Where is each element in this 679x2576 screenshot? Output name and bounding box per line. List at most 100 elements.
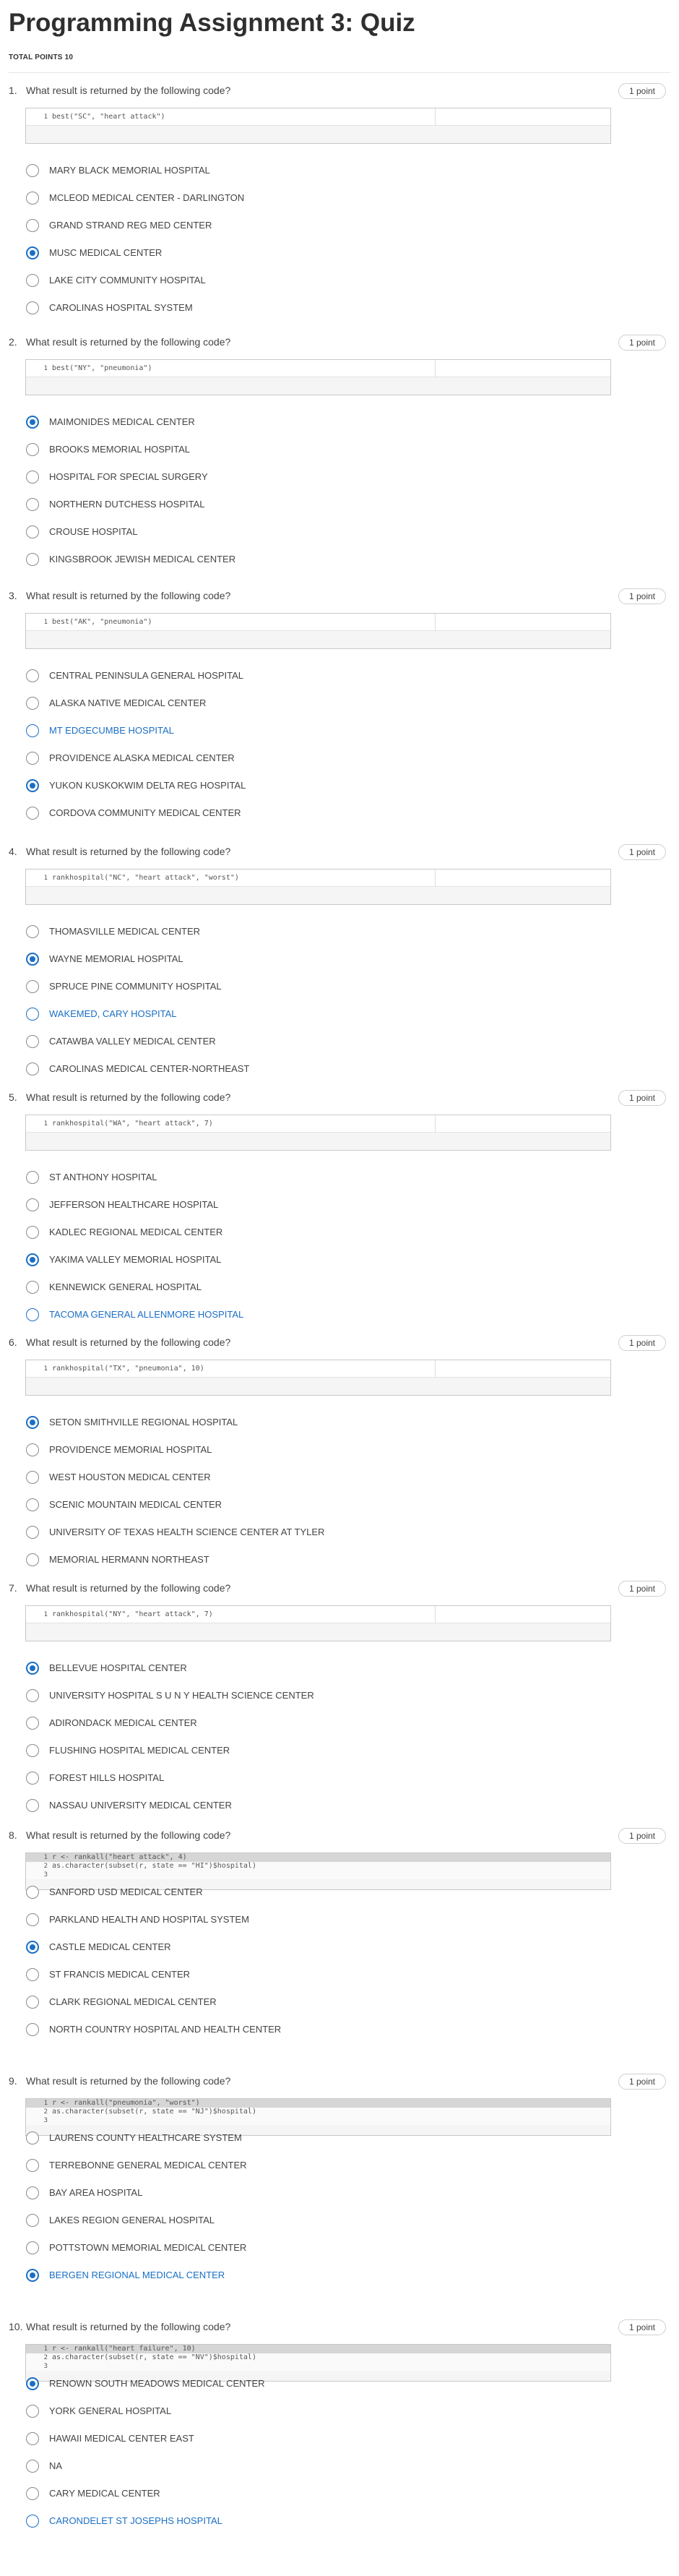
option-label[interactable]: KENNEWICK GENERAL HOSPITAL bbox=[49, 1281, 202, 1292]
radio-button[interactable] bbox=[26, 2487, 39, 2500]
radio-button[interactable] bbox=[26, 274, 39, 287]
answer-option[interactable]: CLARK REGIONAL MEDICAL CENTER bbox=[26, 1996, 459, 2014]
option-label[interactable]: CAROLINAS HOSPITAL SYSTEM bbox=[49, 302, 193, 313]
option-label[interactable]: SANFORD USD MEDICAL CENTER bbox=[49, 1886, 203, 1897]
answer-option[interactable]: GRAND STRAND REG MED CENTER bbox=[26, 219, 459, 238]
answer-option[interactable]: CATAWBA VALLEY MEDICAL CENTER bbox=[26, 1035, 459, 1054]
answer-option[interactable]: UNIVERSITY HOSPITAL S U N Y HEALTH SCIEN… bbox=[26, 1689, 459, 1708]
answer-option[interactable]: HOSPITAL FOR SPECIAL SURGERY bbox=[26, 471, 459, 489]
option-label[interactable]: LAKES REGION GENERAL HOSPITAL bbox=[49, 2215, 215, 2225]
radio-button[interactable] bbox=[26, 1008, 39, 1021]
answer-option[interactable]: YUKON KUSKOKWIM DELTA REG HOSPITAL bbox=[26, 779, 459, 798]
option-label[interactable]: CARONDELET ST JOSEPHS HOSPITAL bbox=[49, 2515, 222, 2526]
radio-button[interactable] bbox=[26, 1799, 39, 1812]
option-label[interactable]: ADIRONDACK MEDICAL CENTER bbox=[49, 1717, 197, 1728]
option-label[interactable]: KADLEC REGIONAL MEDICAL CENTER bbox=[49, 1227, 222, 1237]
option-label[interactable]: YAKIMA VALLEY MEMORIAL HOSPITAL bbox=[49, 1254, 221, 1265]
radio-button[interactable] bbox=[26, 1226, 39, 1239]
option-label[interactable]: WAYNE MEMORIAL HOSPITAL bbox=[49, 953, 183, 964]
radio-button[interactable] bbox=[26, 2432, 39, 2445]
answer-option[interactable]: BAY AREA HOSPITAL bbox=[26, 2186, 459, 2205]
answer-option[interactable]: CAROLINAS MEDICAL CENTER-NORTHEAST bbox=[26, 1062, 459, 1081]
radio-button[interactable] bbox=[26, 2460, 39, 2473]
option-label[interactable]: CROUSE HOSPITAL bbox=[49, 526, 138, 537]
answer-option[interactable]: SPRUCE PINE COMMUNITY HOSPITAL bbox=[26, 980, 459, 999]
radio-button[interactable] bbox=[26, 724, 39, 737]
answer-option[interactable]: KINGSBROOK JEWISH MEDICAL CENTER bbox=[26, 553, 459, 572]
radio-button[interactable] bbox=[26, 925, 39, 938]
option-label[interactable]: PARKLAND HEALTH AND HOSPITAL SYSTEM bbox=[49, 1914, 249, 1925]
option-label[interactable]: BROOKS MEMORIAL HOSPITAL bbox=[49, 444, 190, 455]
option-label[interactable]: LAURENS COUNTY HEALTHCARE SYSTEM bbox=[49, 2132, 242, 2143]
option-label[interactable]: ST FRANCIS MEDICAL CENTER bbox=[49, 1969, 190, 1980]
radio-button[interactable] bbox=[26, 953, 39, 966]
answer-option[interactable]: PROVIDENCE MEMORIAL HOSPITAL bbox=[26, 1443, 459, 1462]
answer-option[interactable]: CROUSE HOSPITAL bbox=[26, 525, 459, 544]
answer-option[interactable]: CASTLE MEDICAL CENTER bbox=[26, 1941, 459, 1959]
radio-button[interactable] bbox=[26, 498, 39, 511]
radio-button[interactable] bbox=[26, 1662, 39, 1675]
answer-option[interactable]: BROOKS MEMORIAL HOSPITAL bbox=[26, 443, 459, 462]
answer-option[interactable]: MAIMONIDES MEDICAL CENTER bbox=[26, 416, 459, 434]
option-label[interactable]: PROVIDENCE MEMORIAL HOSPITAL bbox=[49, 1444, 212, 1455]
option-label[interactable]: MT EDGECUMBE HOSPITAL bbox=[49, 725, 174, 736]
option-label[interactable]: CARY MEDICAL CENTER bbox=[49, 2488, 160, 2499]
answer-option[interactable]: WAYNE MEMORIAL HOSPITAL bbox=[26, 953, 459, 971]
answer-option[interactable]: SETON SMITHVILLE REGIONAL HOSPITAL bbox=[26, 1416, 459, 1435]
option-label[interactable]: UNIVERSITY HOSPITAL S U N Y HEALTH SCIEN… bbox=[49, 1690, 314, 1701]
radio-button[interactable] bbox=[26, 2023, 39, 2036]
radio-button[interactable] bbox=[26, 1416, 39, 1429]
radio-button[interactable] bbox=[26, 697, 39, 710]
radio-button[interactable] bbox=[26, 1886, 39, 1899]
option-label[interactable]: KINGSBROOK JEWISH MEDICAL CENTER bbox=[49, 554, 235, 564]
answer-option[interactable]: KADLEC REGIONAL MEDICAL CENTER bbox=[26, 1226, 459, 1245]
answer-option[interactable]: ST ANTHONY HOSPITAL bbox=[26, 1171, 459, 1190]
option-label[interactable]: ST ANTHONY HOSPITAL bbox=[49, 1172, 157, 1182]
option-label[interactable]: JEFFERSON HEALTHCARE HOSPITAL bbox=[49, 1199, 218, 1210]
radio-button[interactable] bbox=[26, 1471, 39, 1484]
radio-button[interactable] bbox=[26, 525, 39, 538]
answer-option[interactable]: KENNEWICK GENERAL HOSPITAL bbox=[26, 1281, 459, 1300]
radio-button[interactable] bbox=[26, 1526, 39, 1539]
option-label[interactable]: MUSC MEDICAL CENTER bbox=[49, 247, 162, 258]
option-label[interactable]: THOMASVILLE MEDICAL CENTER bbox=[49, 926, 200, 937]
answer-option[interactable]: HAWAII MEDICAL CENTER EAST bbox=[26, 2432, 459, 2451]
radio-button[interactable] bbox=[26, 553, 39, 566]
radio-button[interactable] bbox=[26, 669, 39, 682]
radio-button[interactable] bbox=[26, 219, 39, 232]
answer-option[interactable]: CAROLINAS HOSPITAL SYSTEM bbox=[26, 301, 459, 320]
radio-button[interactable] bbox=[26, 1996, 39, 2009]
option-label[interactable]: FLUSHING HOSPITAL MEDICAL CENTER bbox=[49, 1745, 230, 1756]
option-label[interactable]: ALASKA NATIVE MEDICAL CENTER bbox=[49, 697, 206, 708]
option-label[interactable]: NORTH COUNTRY HOSPITAL AND HEALTH CENTER bbox=[49, 2024, 281, 2035]
radio-button[interactable] bbox=[26, 1062, 39, 1076]
option-label[interactable]: CENTRAL PENINSULA GENERAL HOSPITAL bbox=[49, 670, 243, 681]
radio-button[interactable] bbox=[26, 807, 39, 820]
option-label[interactable]: NASSAU UNIVERSITY MEDICAL CENTER bbox=[49, 1800, 232, 1811]
radio-button[interactable] bbox=[26, 164, 39, 177]
option-label[interactable]: TERREBONNE GENERAL MEDICAL CENTER bbox=[49, 2160, 247, 2171]
option-label[interactable]: NORTHERN DUTCHESS HOSPITAL bbox=[49, 499, 205, 510]
option-label[interactable]: LAKE CITY COMMUNITY HOSPITAL bbox=[49, 275, 206, 285]
option-label[interactable]: YUKON KUSKOKWIM DELTA REG HOSPITAL bbox=[49, 780, 246, 791]
option-label[interactable]: MARY BLACK MEMORIAL HOSPITAL bbox=[49, 165, 210, 176]
radio-button[interactable] bbox=[26, 1772, 39, 1785]
answer-option[interactable]: MEMORIAL HERMANN NORTHEAST bbox=[26, 1553, 459, 1572]
radio-button[interactable] bbox=[26, 471, 39, 484]
answer-option[interactable]: RENOWN SOUTH MEADOWS MEDICAL CENTER bbox=[26, 2377, 459, 2396]
option-label[interactable]: CORDOVA COMMUNITY MEDICAL CENTER bbox=[49, 807, 241, 818]
answer-option[interactable]: NORTH COUNTRY HOSPITAL AND HEALTH CENTER bbox=[26, 2023, 459, 2042]
option-label[interactable]: PROVIDENCE ALASKA MEDICAL CENTER bbox=[49, 752, 235, 763]
option-label[interactable]: SCENIC MOUNTAIN MEDICAL CENTER bbox=[49, 1499, 222, 1510]
option-label[interactable]: SPRUCE PINE COMMUNITY HOSPITAL bbox=[49, 981, 222, 992]
option-label[interactable]: CASTLE MEDICAL CENTER bbox=[49, 1941, 171, 1952]
answer-option[interactable]: BERGEN REGIONAL MEDICAL CENTER bbox=[26, 2269, 459, 2288]
option-label[interactable]: CAROLINAS MEDICAL CENTER-NORTHEAST bbox=[49, 1063, 249, 1074]
answer-option[interactable]: WAKEMED, CARY HOSPITAL bbox=[26, 1008, 459, 1026]
radio-button[interactable] bbox=[26, 2377, 39, 2390]
answer-option[interactable]: MARY BLACK MEMORIAL HOSPITAL bbox=[26, 164, 459, 183]
radio-button[interactable] bbox=[26, 1253, 39, 1266]
radio-button[interactable] bbox=[26, 752, 39, 765]
option-label[interactable]: RENOWN SOUTH MEADOWS MEDICAL CENTER bbox=[49, 2378, 265, 2389]
answer-option[interactable]: LAKE CITY COMMUNITY HOSPITAL bbox=[26, 274, 459, 293]
